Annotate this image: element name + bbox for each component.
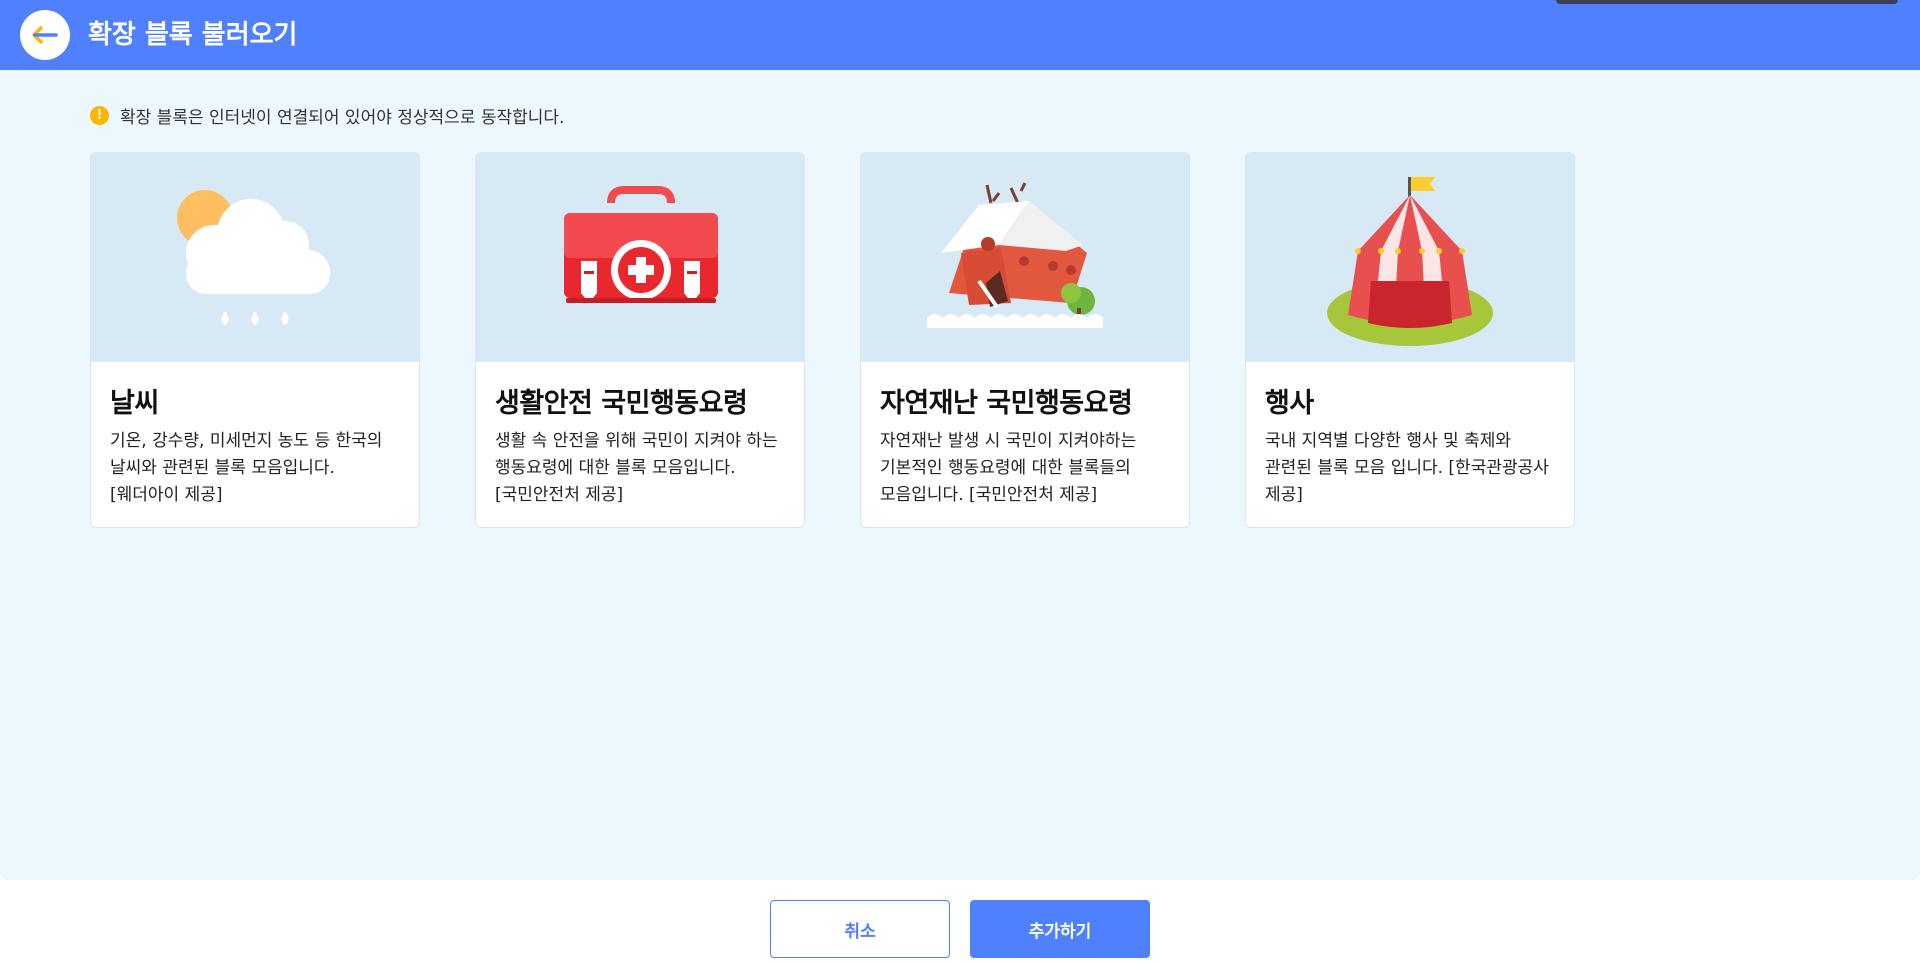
card-description: 기온, 강수량, 미세먼지 농도 등 한국의 날씨와 관련된 블록 모음입니다.… (110, 431, 383, 505)
extension-card-natural-disaster[interactable]: 자연재난 국민행동요령 자연재난 발생 시 국민이 지켜야하는 기본적인 행동요… (860, 152, 1190, 528)
internet-notice: ! 확장 블록은 인터넷이 연결되어 있어야 정상적으로 동작합니다. (90, 102, 564, 128)
header-bar: 확장 블록 불러오기 (0, 0, 1920, 70)
extension-card-life-safety[interactable]: 생활안전 국민행동요령 생활 속 안전을 위해 국민이 지켜야 하는 행동요령에… (475, 152, 805, 528)
main-panel: ! 확장 블록은 인터넷이 연결되어 있어야 정상적으로 동작합니다. 날씨 기… (0, 70, 1920, 880)
circus-tent-icon (1327, 177, 1493, 346)
card-title: 생활안전 국민행동요령 (495, 388, 748, 419)
add-button[interactable]: 추가하기 (970, 900, 1150, 958)
first-aid-kit-icon (564, 186, 718, 303)
card-image (91, 153, 419, 362)
card-description: 생활 속 안전을 위해 국민이 지켜야 하는 행동요령에 대한 블록 모음입니다… (495, 431, 778, 505)
top-overlay-bar (1556, 0, 1898, 4)
card-description: 자연재난 발생 시 국민이 지켜야하는 기본적인 행동요령에 대한 블록들의 모… (880, 431, 1137, 505)
card-image (861, 153, 1189, 362)
card-description: 국내 지역별 다양한 행사 및 축제와 관련된 블록 모음 입니다. [한국관광… (1265, 431, 1549, 505)
extension-card-events[interactable]: 행사 국내 지역별 다양한 행사 및 축제와 관련된 블록 모음 입니다. [한… (1245, 152, 1575, 528)
card-title: 행사 (1265, 388, 1314, 419)
card-image (476, 153, 804, 362)
card-title: 자연재난 국민행동요령 (880, 388, 1133, 419)
page-title: 확장 블록 불러오기 (88, 20, 298, 50)
weather-icon (177, 190, 330, 325)
cancel-button[interactable]: 취소 (770, 900, 950, 958)
flooded-house-icon (927, 182, 1103, 328)
back-button[interactable] (20, 10, 70, 60)
notice-text: 확장 블록은 인터넷이 연결되어 있어야 정상적으로 동작합니다. (120, 107, 565, 128)
card-image (1246, 153, 1574, 362)
arrow-left-icon (32, 26, 58, 44)
extension-card-weather[interactable]: 날씨 기온, 강수량, 미세먼지 농도 등 한국의 날씨와 관련된 블록 모음입… (90, 152, 420, 528)
extension-card-list: 날씨 기온, 강수량, 미세먼지 농도 등 한국의 날씨와 관련된 블록 모음입… (90, 152, 1650, 528)
card-title: 날씨 (110, 388, 159, 419)
warning-icon: ! (90, 105, 109, 125)
